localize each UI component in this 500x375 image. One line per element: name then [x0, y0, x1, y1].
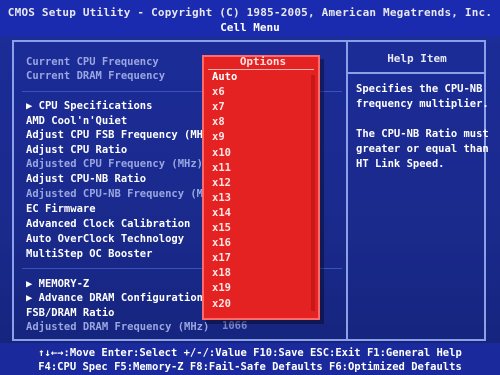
setting-item[interactable]: AMD Cool'n'Quiet — [26, 114, 127, 128]
popup-option[interactable]: x11 — [212, 162, 231, 174]
menu-title: Cell Menu — [220, 21, 280, 34]
footer-bar: ↑↓←→:Move Enter:Select +/-/:Value F10:Sa… — [0, 343, 500, 375]
setting-item: Current DRAM Frequency — [26, 70, 166, 82]
panel-divider — [346, 40, 348, 341]
popup-option[interactable]: x15 — [212, 222, 231, 234]
popup-option[interactable]: Auto — [212, 71, 237, 83]
setting-item[interactable]: Adjust CPU Ratio — [26, 143, 127, 157]
popup-option[interactable]: x12 — [212, 177, 231, 189]
adjusted-dram-value: 1066 — [222, 320, 248, 332]
popup-option[interactable]: x8 — [212, 116, 225, 128]
popup-option[interactable]: x19 — [212, 282, 231, 294]
app-title: CMOS Setup Utility - Copyright (C) 1985-… — [7, 6, 493, 19]
popup-option[interactable]: x13 — [212, 192, 231, 204]
options-popup[interactable]: Options Auto x6 x7 x8 x9 x10 x11 x12 x13 x14 x15 x1… — [202, 55, 320, 320]
setting-item: Current CPU Frequency — [26, 56, 159, 68]
help-divider — [348, 72, 486, 74]
popup-option[interactable]: x17 — [212, 252, 231, 264]
popup-option[interactable]: x9 — [212, 131, 225, 143]
setting-item[interactable]: Adjust CPU-NB Ratio — [26, 172, 146, 186]
help-text: Specifies the CPU-NB frequency multiplie… — [356, 83, 489, 170]
setting-item[interactable]: ▶ MEMORY-Z — [26, 277, 89, 291]
setting-item[interactable]: ▶ CPU Specifications — [26, 99, 152, 113]
setting-item[interactable]: MultiStep OC Booster — [26, 247, 152, 261]
popup-option[interactable]: x14 — [212, 207, 231, 219]
popup-title: Options — [239, 55, 287, 68]
setting-item[interactable]: Adjust CPU FSB Frequency (MH — [26, 128, 203, 142]
footer-keys-line2: F4:CPU Spec F5:Memory-Z F8:Fail-Safe Def… — [38, 361, 462, 373]
popup-option[interactable]: x7 — [212, 101, 225, 113]
setting-item[interactable]: Auto OverClock Technology — [26, 232, 184, 246]
footer-keys-line1: ↑↓←→:Move Enter:Select +/-/:Value F10:Sa… — [38, 347, 462, 359]
setting-item[interactable]: ▶ Advance DRAM Configuration — [26, 291, 203, 305]
setting-item[interactable]: FSB/DRAM Ratio — [26, 306, 115, 320]
popup-option[interactable]: x20 — [212, 298, 231, 310]
popup-option[interactable]: x18 — [212, 267, 231, 279]
setting-item: Adjusted CPU Frequency (MHz) — [26, 158, 204, 170]
popup-option[interactable]: x6 — [212, 86, 225, 98]
setting-item: Adjusted CPU-NB Frequency (M — [26, 188, 204, 200]
setting-item[interactable]: EC Firmware — [26, 202, 96, 216]
popup-option[interactable]: x16 — [212, 237, 231, 249]
bios-screen: CMOS Setup Utility - Copyright (C) 1985-… — [0, 0, 500, 375]
popup-scrollbar[interactable] — [311, 75, 315, 311]
help-title: Help Item — [387, 52, 447, 65]
popup-divider — [208, 69, 314, 70]
setting-item: Adjusted DRAM Frequency (MHz) — [26, 321, 210, 333]
popup-option[interactable]: x10 — [212, 147, 231, 159]
setting-item[interactable]: Advanced Clock Calibration — [26, 217, 190, 231]
